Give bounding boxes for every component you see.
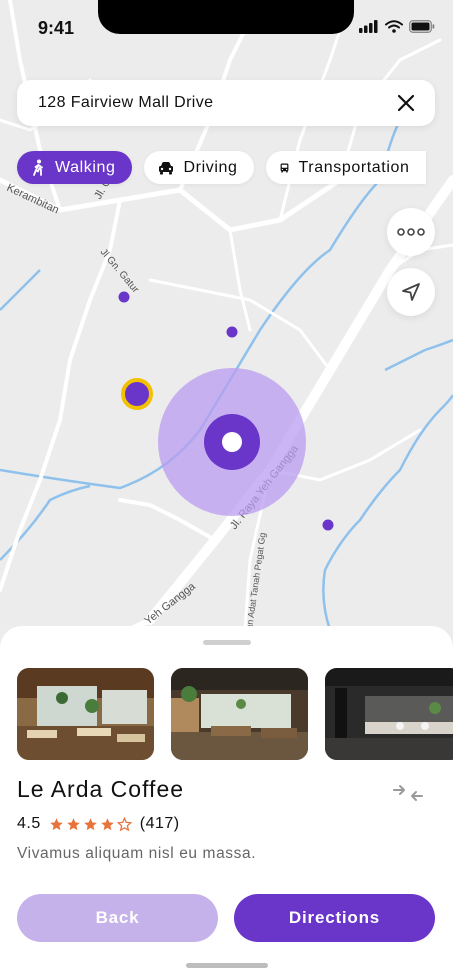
place-name: Le Arda Coffee <box>17 776 185 802</box>
star-filled-icon <box>50 817 63 830</box>
system-icons <box>359 20 435 33</box>
rating-stars <box>49 816 132 832</box>
star-filled-icon <box>67 817 80 830</box>
tab-driving-label: Driving <box>183 158 238 176</box>
recenter-location-button[interactable] <box>387 268 435 316</box>
rating-value: 4.5 <box>17 815 41 832</box>
transport-mode-tabs: Walking Driving Transportation <box>17 151 426 184</box>
tab-walking[interactable]: Walking <box>17 151 132 184</box>
star-outline-icon <box>116 816 132 831</box>
car-icon <box>158 161 173 174</box>
collapse-button[interactable] <box>392 782 424 809</box>
status-bar: 9:41 <box>0 0 453 50</box>
navigation-arrow-icon <box>402 283 420 301</box>
sheet-drag-handle[interactable] <box>203 640 251 645</box>
tab-walking-label: Walking <box>55 158 116 176</box>
map-label-jl-gn-gatur: Jl Gn. Gatur <box>98 247 142 296</box>
rating-row: 4.5 (417) <box>17 815 180 833</box>
back-button[interactable]: Back <box>17 894 218 942</box>
star-filled-icon <box>84 817 97 830</box>
more-horizontal-icon <box>397 228 425 236</box>
status-time: 9:41 <box>38 18 75 38</box>
place-photo-carousel[interactable] <box>17 668 453 760</box>
place-photo[interactable] <box>325 668 453 760</box>
tab-driving[interactable]: Driving <box>143 151 254 184</box>
bus-icon <box>280 162 288 173</box>
cafe-dining-area-image <box>171 668 308 760</box>
poi-dot[interactable] <box>322 519 334 531</box>
place-photo[interactable] <box>171 668 308 760</box>
poi-dot[interactable] <box>118 291 130 303</box>
place-details-sheet: Le Arda Coffee 4.5 (417) Vivamus aliquam… <box>0 626 453 980</box>
cafe-interior-image <box>17 668 154 760</box>
review-count: (417) <box>139 815 180 832</box>
walking-icon <box>33 159 43 176</box>
tab-transportation[interactable]: Transportation <box>265 151 426 184</box>
poi-dot[interactable] <box>226 326 238 338</box>
search-bar[interactable]: 128 Fairview Mall Drive <box>17 80 435 126</box>
selected-place-marker[interactable] <box>121 378 153 410</box>
search-input[interactable]: 128 Fairview Mall Drive <box>38 94 393 112</box>
place-photo[interactable] <box>17 668 154 760</box>
battery-icon <box>409 20 435 33</box>
tab-transportation-label: Transportation <box>298 158 410 176</box>
wifi-icon <box>385 20 403 33</box>
more-options-button[interactable] <box>387 208 435 256</box>
star-filled-icon <box>101 817 114 830</box>
home-indicator <box>186 963 268 968</box>
cellular-signal-icon <box>359 20 378 33</box>
current-location-dot <box>222 432 242 452</box>
place-description: Vivamus aliquam nisl eu massa. <box>17 845 257 862</box>
clear-search-button[interactable] <box>393 90 419 116</box>
close-icon <box>397 94 415 112</box>
collapse-arrows-icon <box>393 785 423 801</box>
directions-button[interactable]: Directions <box>234 894 435 942</box>
cafe-restroom-image <box>325 668 453 760</box>
device-notch <box>98 0 354 34</box>
